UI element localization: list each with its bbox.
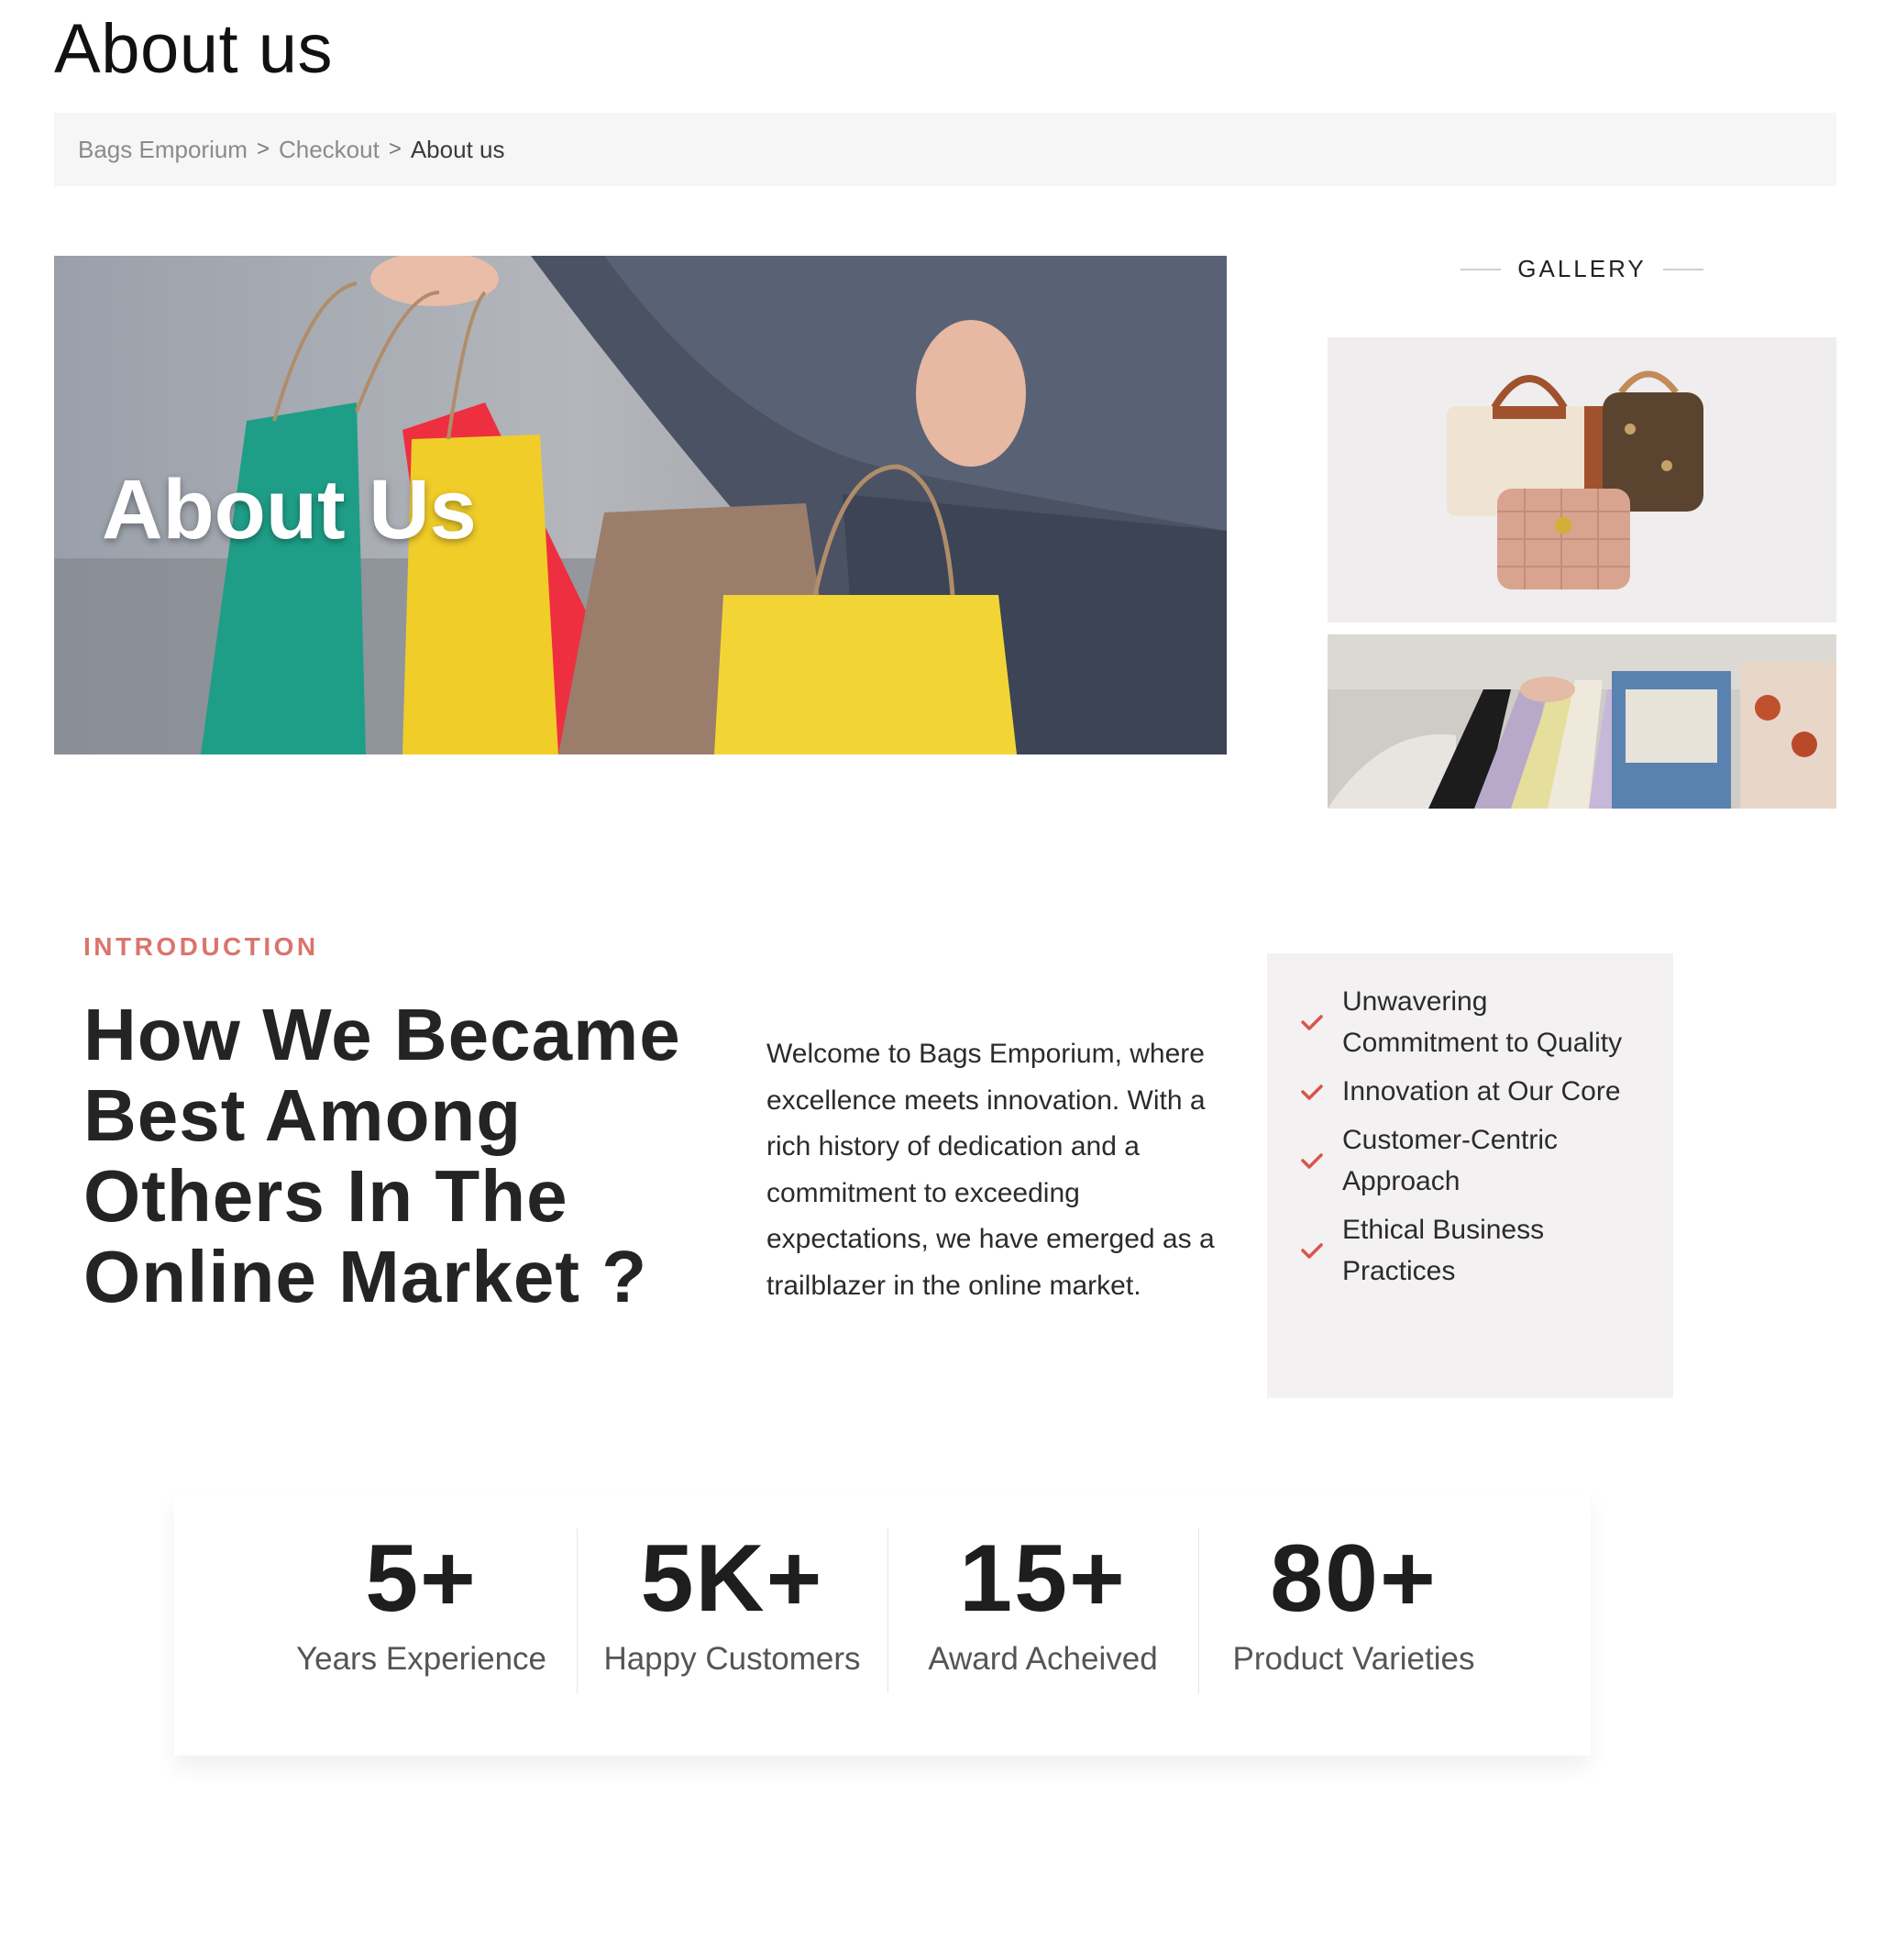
page-title: About us: [54, 10, 333, 88]
gallery-heading: GALLERY: [1328, 255, 1836, 283]
feature-item: Ethical Business Practices: [1300, 1209, 1673, 1292]
breadcrumb-separator: >: [388, 137, 402, 161]
stat-value: 5+: [365, 1525, 478, 1632]
stat-product-varieties: 80+ Product Varieties: [1198, 1490, 1509, 1756]
stats-panel: 5+ Years Experience 5K+ Happy Customers …: [174, 1490, 1591, 1756]
stat-value: 80+: [1270, 1525, 1438, 1632]
stat-value: 15+: [959, 1525, 1127, 1632]
intro-heading: How We Became Best Among Others In The O…: [83, 994, 681, 1317]
check-icon: [1300, 1241, 1342, 1260]
feature-item: Customer-Centric Approach: [1300, 1119, 1673, 1202]
hero-title: About Us: [102, 463, 477, 556]
hero-banner: About Us: [54, 256, 1227, 754]
breadcrumb: Bags Emporium > Checkout > About us: [54, 113, 1836, 186]
breadcrumb-link-home[interactable]: Bags Emporium: [78, 136, 248, 164]
check-icon: [1300, 1013, 1342, 1031]
stat-label: Award Acheived: [928, 1641, 1158, 1677]
breadcrumb-link-checkout[interactable]: Checkout: [279, 136, 380, 164]
heading-divider: [1461, 268, 1502, 270]
stat-years-experience: 5+ Years Experience: [266, 1490, 577, 1756]
feature-text: Ethical Business Practices: [1342, 1215, 1545, 1286]
gallery-heading-text: GALLERY: [1517, 255, 1647, 282]
gallery-image-handbags[interactable]: [1328, 337, 1836, 622]
breadcrumb-current: About us: [410, 135, 505, 163]
features-box: Unwavering Commitment to Quality Innovat…: [1267, 953, 1673, 1398]
feature-text: Unwavering Commitment to Quality: [1342, 986, 1623, 1058]
stat-happy-customers: 5K+ Happy Customers: [577, 1490, 887, 1756]
feature-text: Innovation at Our Core: [1342, 1076, 1621, 1107]
check-icon: [1300, 1083, 1342, 1101]
stat-label: Happy Customers: [603, 1641, 861, 1677]
handbags-image: [1328, 337, 1836, 622]
check-icon: [1300, 1151, 1342, 1170]
tote-bags-image: [1328, 634, 1836, 809]
gallery-image-totes[interactable]: [1328, 634, 1836, 809]
feature-item: Innovation at Our Core: [1300, 1071, 1673, 1112]
stat-label: Product Varieties: [1232, 1641, 1475, 1677]
feature-text: Customer-Centric Approach: [1342, 1125, 1559, 1196]
feature-item: Unwavering Commitment to Quality: [1300, 981, 1673, 1063]
heading-divider: [1662, 268, 1703, 270]
stat-value: 5K+: [640, 1525, 824, 1632]
stat-awards: 15+ Award Acheived: [887, 1490, 1198, 1756]
intro-text: Welcome to Bags Emporium, where excellen…: [766, 1039, 1215, 1301]
stat-label: Years Experience: [295, 1641, 547, 1677]
intro-label: INTRODUCTION: [83, 932, 319, 961]
breadcrumb-separator: >: [256, 137, 270, 161]
